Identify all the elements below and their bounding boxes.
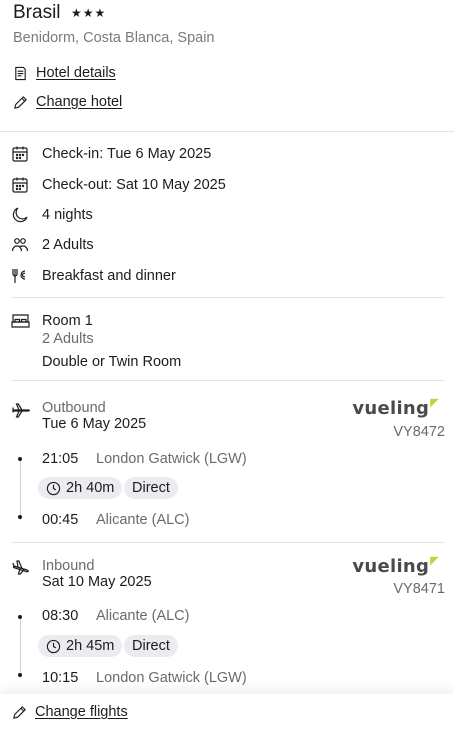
plane-arrival-icon bbox=[12, 560, 29, 575]
flight-timeline bbox=[20, 616, 21, 678]
calendar-icon bbox=[12, 177, 28, 193]
hotel-star-rating: ★★★ bbox=[70, 6, 107, 20]
calendar-icon bbox=[12, 146, 28, 162]
timeline-dot bbox=[18, 457, 22, 461]
airline-logo: vueling◤ bbox=[352, 554, 439, 577]
bed-icon bbox=[11, 314, 30, 328]
section-divider bbox=[11, 380, 445, 381]
arrival-time: 00:45 bbox=[42, 512, 79, 528]
duration-pill: 2h 45m bbox=[38, 635, 123, 657]
flight-timeline bbox=[20, 458, 21, 520]
plane-departure-icon bbox=[12, 403, 30, 418]
checkin-date: Check-in: Tue 6 May 2025 bbox=[42, 146, 212, 162]
change-hotel-link[interactable]: Change hotel bbox=[36, 94, 122, 110]
moon-icon bbox=[12, 207, 28, 223]
flight-stops: Direct bbox=[132, 638, 170, 654]
checkout-date: Check-out: Sat 10 May 2025 bbox=[42, 177, 226, 193]
hotel-details-link[interactable]: Hotel details bbox=[36, 65, 116, 81]
room-title: Room 1 bbox=[42, 313, 93, 329]
guest-count: 2 Adults bbox=[42, 237, 94, 253]
timeline-dot bbox=[18, 515, 22, 519]
clock-icon bbox=[46, 481, 61, 495]
room-guests: 2 Adults bbox=[42, 331, 94, 347]
section-divider bbox=[11, 297, 445, 298]
hotel-header: Brasil ★★★ bbox=[13, 2, 106, 24]
nights-row: 4 nights bbox=[11, 205, 93, 225]
section-divider bbox=[11, 542, 445, 543]
flight-date: Sat 10 May 2025 bbox=[42, 574, 152, 590]
change-flights-link-row[interactable]: Change flights bbox=[12, 704, 128, 720]
bottom-action-bar: Change flights bbox=[0, 694, 454, 730]
checkout-row: Check-out: Sat 10 May 2025 bbox=[11, 175, 226, 195]
stops-pill: Direct bbox=[124, 477, 178, 499]
document-icon bbox=[15, 66, 26, 80]
stops-pill: Direct bbox=[124, 635, 178, 657]
departure-time: 21:05 bbox=[42, 451, 79, 467]
arrival-airport: London Gatwick (LGW) bbox=[96, 670, 247, 686]
departure-airport: Alicante (ALC) bbox=[96, 608, 190, 624]
flight-direction-label: Inbound bbox=[42, 558, 95, 574]
pencil-icon bbox=[13, 705, 26, 719]
timeline-dot bbox=[18, 673, 22, 677]
flight-duration: 2h 40m bbox=[66, 480, 115, 496]
checkin-row: Check-in: Tue 6 May 2025 bbox=[11, 144, 211, 164]
timeline-dot bbox=[18, 615, 22, 619]
hotel-location: Benidorm, Costa Blanca, Spain bbox=[13, 30, 215, 46]
departure-time: 08:30 bbox=[42, 608, 79, 624]
clock-icon bbox=[46, 639, 61, 653]
pencil-icon bbox=[14, 95, 27, 109]
nights-count: 4 nights bbox=[42, 207, 93, 223]
flight-date: Tue 6 May 2025 bbox=[42, 416, 147, 432]
cutlery-icon bbox=[12, 269, 26, 283]
board-basis: Breakfast and dinner bbox=[42, 268, 176, 284]
room-type: Double or Twin Room bbox=[42, 354, 182, 370]
flight-duration: 2h 45m bbox=[66, 638, 115, 654]
arrival-airport: Alicante (ALC) bbox=[96, 512, 190, 528]
people-icon bbox=[11, 238, 29, 252]
board-row: Breakfast and dinner bbox=[11, 266, 176, 286]
flight-number: VY8472 bbox=[393, 424, 445, 440]
section-divider bbox=[0, 131, 454, 132]
flight-number: VY8471 bbox=[393, 581, 445, 597]
change-flights-link[interactable]: Change flights bbox=[35, 704, 128, 720]
departure-airport: London Gatwick (LGW) bbox=[96, 451, 247, 467]
airline-logo: vueling◤ bbox=[352, 396, 439, 419]
hotel-details-link-row[interactable]: Hotel details bbox=[13, 65, 116, 81]
change-hotel-link-row[interactable]: Change hotel bbox=[13, 94, 122, 110]
guests-row: 2 Adults bbox=[11, 235, 94, 255]
flight-direction-label: Outbound bbox=[42, 400, 106, 416]
arrival-time: 10:15 bbox=[42, 670, 79, 686]
hotel-name: Brasil bbox=[13, 2, 61, 23]
duration-pill: 2h 40m bbox=[38, 477, 123, 499]
flight-stops: Direct bbox=[132, 480, 170, 496]
